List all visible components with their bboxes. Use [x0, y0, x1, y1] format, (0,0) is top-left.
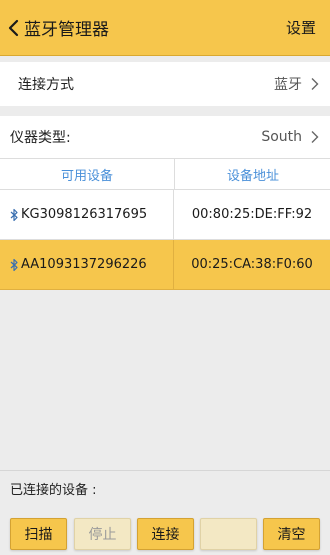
instrument-type-row[interactable]: 仪器类型: South [0, 116, 330, 158]
button-bar: 扫描 停止 连接 清空 [0, 512, 330, 555]
connect-button[interactable]: 连接 [137, 518, 194, 550]
device-name: KG3098126317695 [21, 207, 148, 222]
bluetooth-icon [10, 208, 18, 221]
clear-button[interactable]: 清空 [263, 518, 320, 550]
scan-button[interactable]: 扫描 [10, 518, 67, 550]
stop-button[interactable]: 停止 [74, 518, 131, 550]
table-header: 可用设备 设备地址 [0, 158, 330, 190]
instrument-type-label: 仪器类型: [10, 130, 71, 146]
column-header-address: 设备地址 [226, 168, 279, 184]
table-row[interactable]: KG3098126317695 00:80:25:DE:FF:92 [0, 190, 330, 240]
connected-devices-section: 已连接的设备 : [0, 470, 330, 506]
disconnect-button[interactable] [200, 518, 257, 550]
app-header: 蓝牙管理器 设置 [0, 0, 330, 56]
instrument-type-value: South [261, 129, 302, 145]
chevron-left-icon[interactable] [6, 18, 22, 38]
device-name-cell: AA1093137296226 [0, 240, 174, 289]
bluetooth-icon [10, 258, 18, 271]
connected-devices-label: 已连接的设备 : [10, 483, 97, 498]
device-name: AA1093137296226 [21, 257, 147, 272]
connection-method-label: 连接方式 [18, 77, 74, 93]
page-title: 蓝牙管理器 [24, 20, 109, 40]
connection-method-row[interactable]: 连接方式 蓝牙 [0, 62, 330, 106]
device-address: 00:80:25:DE:FF:92 [191, 207, 313, 222]
chevron-right-icon [311, 131, 319, 143]
chevron-right-icon [311, 78, 319, 90]
device-address: 00:25:CA:38:F0:60 [191, 257, 313, 272]
device-name-cell: KG3098126317695 [0, 190, 174, 239]
settings-button[interactable]: 设置 [286, 17, 316, 38]
device-table: 可用设备 设备地址 KG3098126317695 00:80:25:DE:FF… [0, 158, 330, 290]
column-header-devices: 可用设备 [0, 159, 175, 189]
table-row-selected[interactable]: AA1093137296226 00:25:CA:38:F0:60 [0, 240, 330, 290]
connection-method-value: 蓝牙 [274, 77, 302, 93]
